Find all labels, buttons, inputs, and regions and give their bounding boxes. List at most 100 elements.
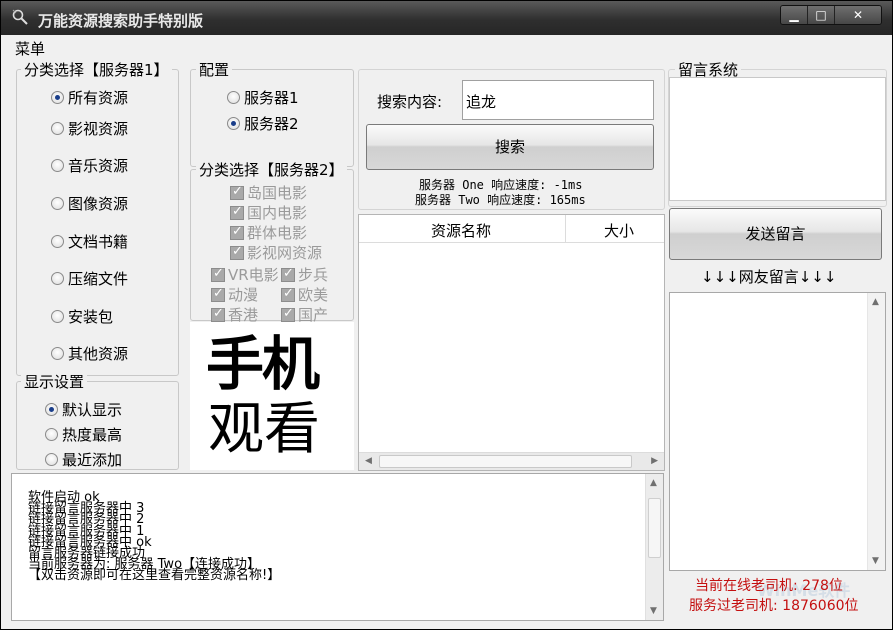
category1-option[interactable]: 音乐资源 <box>51 155 128 176</box>
category1-option[interactable]: 其他资源 <box>51 343 128 364</box>
search-input[interactable]: 追龙 <box>462 80 654 120</box>
minimize-button[interactable]: ▁ <box>781 6 808 24</box>
checkbox-checked-icon[interactable] <box>281 266 295 282</box>
online-count: 当前在线老司机: 278位 <box>695 578 843 594</box>
close-button[interactable]: ✕ <box>835 6 881 24</box>
scroll-thumb[interactable] <box>379 455 632 468</box>
send-message-button[interactable]: 发送留言 <box>669 208 882 260</box>
category-checkbox[interactable]: 影视网资源 <box>230 242 322 263</box>
checkbox-label: 欧美 <box>298 286 329 304</box>
category1-option[interactable]: 图像资源 <box>51 193 128 214</box>
category-checkbox[interactable]: 群体电影 <box>230 222 307 243</box>
column-header-size[interactable]: 大小 <box>604 220 634 241</box>
radio-icon[interactable] <box>51 310 64 323</box>
radio-icon[interactable] <box>51 197 64 210</box>
checkbox-label: 影视网资源 <box>247 244 323 262</box>
checkbox-checked-icon[interactable] <box>281 306 295 322</box>
radio-label: 服务器2 <box>244 115 299 133</box>
column-header-name[interactable]: 资源名称 <box>431 220 491 241</box>
category-checkbox[interactable]: 步兵 <box>281 264 328 285</box>
window-title: 万能资源搜索助手特别版 <box>38 12 204 30</box>
checkbox-checked-icon[interactable] <box>281 286 295 302</box>
status-area: WinMe软件 当前在线老司机: 278位 服务过老司机: 1876060位 <box>687 575 883 621</box>
radio-label: 所有资源 <box>68 89 129 107</box>
menu-bar: 菜单 <box>1 35 892 59</box>
horizontal-scrollbar[interactable]: ◀ ▶ <box>359 452 664 470</box>
server-option[interactable]: 服务器1 <box>227 87 299 108</box>
message-input[interactable] <box>669 77 886 201</box>
radio-label: 其他资源 <box>68 345 129 363</box>
radio-selected-icon[interactable] <box>51 91 64 104</box>
radio-selected-icon[interactable] <box>227 117 240 130</box>
checkbox-label: 香港 <box>228 306 259 324</box>
magnifier-icon <box>12 9 28 25</box>
radio-label: 压缩文件 <box>68 270 129 288</box>
friends-messages-list[interactable]: ▲ ▼ <box>669 292 886 571</box>
log-lines: 软件启动 ok 链接留言服务器中 3 链接留言服务器中 2 链接留言服务器中 1 链接留… <box>28 491 281 584</box>
scroll-thumb[interactable] <box>648 498 661 558</box>
radio-icon[interactable] <box>51 347 64 360</box>
vertical-scrollbar[interactable]: ▲ ▼ <box>867 293 885 570</box>
scroll-left-icon[interactable]: ◀ <box>365 456 372 466</box>
friends-messages-label: ↓↓↓网友留言↓↓↓ <box>701 268 837 286</box>
category-checkbox[interactable]: 欧美 <box>281 284 328 305</box>
category-checkbox[interactable]: 香港 <box>211 304 258 325</box>
radio-icon[interactable] <box>51 122 64 135</box>
log-output[interactable]: 软件启动 ok 链接留言服务器中 3 链接留言服务器中 2 链接留言服务器中 1 链接留… <box>11 473 664 621</box>
menu-item-main[interactable]: 菜单 <box>15 38 45 59</box>
category1-option[interactable]: 压缩文件 <box>51 268 128 289</box>
search-button[interactable]: 搜索 <box>366 124 654 170</box>
radio-icon[interactable] <box>51 235 64 248</box>
category-checkbox[interactable]: 动漫 <box>211 284 258 305</box>
results-table[interactable]: 资源名称 大小 ◀ ▶ <box>358 214 665 471</box>
mobile-view-banner[interactable]: 手机 观看 <box>190 322 354 470</box>
scroll-up-icon[interactable]: ▲ <box>650 478 657 488</box>
maximize-button[interactable]: □ <box>808 6 835 24</box>
display-option[interactable]: 最近添加 <box>45 449 122 470</box>
radio-icon[interactable] <box>45 428 58 441</box>
radio-selected-icon[interactable] <box>45 403 58 416</box>
checkbox-label: 群体电影 <box>247 224 308 242</box>
title-bar[interactable]: 万能资源搜索助手特别版 ▁ □ ✕ <box>1 1 892 35</box>
radio-label: 服务器1 <box>244 89 299 107</box>
minimize-icon: ▁ <box>789 8 799 22</box>
server-two-speed: 服务器 Two 响应速度: 165ms <box>415 193 586 207</box>
category1-option[interactable]: 所有资源 <box>51 87 128 108</box>
served-count: 服务过老司机: 1876060位 <box>689 598 859 614</box>
category1-option[interactable]: 影视资源 <box>51 118 128 139</box>
checkbox-checked-icon[interactable] <box>230 224 244 240</box>
radio-label: 默认显示 <box>62 401 123 419</box>
column-separator[interactable] <box>565 215 566 243</box>
category1-option[interactable]: 文档书籍 <box>51 231 128 252</box>
display-option[interactable]: 热度最高 <box>45 424 122 445</box>
category-checkbox[interactable]: VR电影 <box>211 264 279 285</box>
category1-option[interactable]: 安装包 <box>51 306 113 327</box>
vertical-scrollbar[interactable]: ▲ ▼ <box>645 474 663 620</box>
radio-icon[interactable] <box>45 453 58 466</box>
radio-icon[interactable] <box>51 159 64 172</box>
scroll-right-icon[interactable]: ▶ <box>651 456 658 466</box>
checkbox-label: 步兵 <box>298 266 329 284</box>
banner-line2: 观看 <box>208 397 320 462</box>
display-option[interactable]: 默认显示 <box>45 399 122 420</box>
scroll-up-icon[interactable]: ▲ <box>872 297 879 307</box>
category-checkbox[interactable]: 国内电影 <box>230 202 307 223</box>
checkbox-checked-icon[interactable] <box>211 286 225 302</box>
radio-icon[interactable] <box>51 272 64 285</box>
checkbox-checked-icon[interactable] <box>230 204 244 220</box>
config-title: 配置 <box>196 59 233 80</box>
server-option[interactable]: 服务器2 <box>227 113 299 134</box>
category2-title: 分类选择【服务器2】 <box>196 159 347 180</box>
scroll-down-icon[interactable]: ▼ <box>650 606 657 616</box>
radio-icon[interactable] <box>227 91 240 104</box>
category-checkbox[interactable]: 国产 <box>281 304 328 325</box>
checkbox-checked-icon[interactable] <box>211 266 225 282</box>
checkbox-checked-icon[interactable] <box>230 244 244 260</box>
category-checkbox[interactable]: 岛国电影 <box>230 182 307 203</box>
checkbox-checked-icon[interactable] <box>230 184 244 200</box>
log-line: 【双击资源即可在这里查看完整资源名称!】 <box>28 568 281 584</box>
checkbox-checked-icon[interactable] <box>211 306 225 322</box>
radio-label: 文档书籍 <box>68 233 129 251</box>
search-label: 搜索内容: <box>377 93 443 111</box>
scroll-down-icon[interactable]: ▼ <box>872 556 879 566</box>
